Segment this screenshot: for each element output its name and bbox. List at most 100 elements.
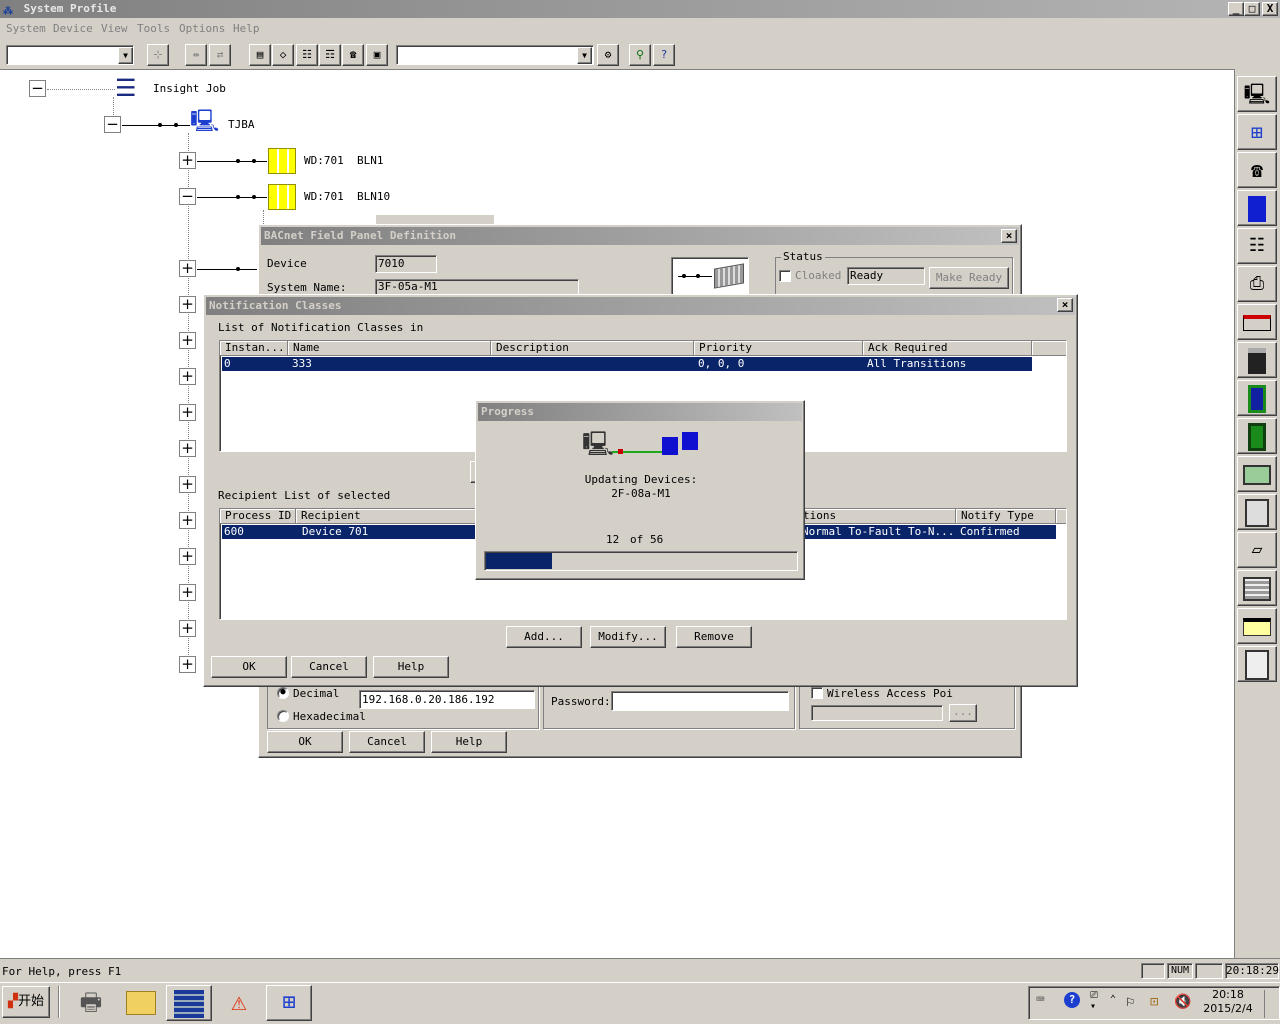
side-enclosure-icon[interactable]	[1237, 646, 1277, 682]
expand-node-icon[interactable]: +	[179, 620, 196, 637]
tree-bln10-name[interactable]: BLN10	[357, 190, 390, 203]
device-field[interactable]: 7010	[375, 255, 437, 273]
side-yellow-card-icon[interactable]	[1237, 608, 1277, 644]
modify-button[interactable]: Modify...	[590, 626, 666, 648]
wireless-checkbox[interactable]	[811, 687, 823, 699]
expand-node-icon[interactable]: +	[179, 404, 196, 421]
expand-node-icon[interactable]: +	[179, 440, 196, 457]
taskbar-app-alarm-icon[interactable]: ⚠	[216, 985, 262, 1021]
menu-device[interactable]: Device	[53, 22, 93, 35]
device-icon[interactable]: ▣	[366, 44, 388, 66]
expand-node-icon[interactable]: +	[179, 512, 196, 529]
table-row[interactable]: 0 333 0, 0, 0 All Transitions	[222, 357, 1032, 371]
tag-icon[interactable]: ◇	[272, 44, 294, 66]
side-blue-panel-icon[interactable]	[1237, 190, 1277, 226]
taskbar-app-folder-icon[interactable]	[118, 985, 164, 1021]
remove-button[interactable]: Remove	[676, 626, 752, 648]
notification-ok-button[interactable]: OK	[211, 656, 287, 678]
volume-muted-icon[interactable]: 🔇	[1174, 994, 1191, 1010]
combo-2-dropdown-icon[interactable]: ▼	[577, 47, 592, 64]
col-priority[interactable]: Priority	[694, 341, 863, 356]
password-field[interactable]	[611, 691, 789, 711]
panel-icon[interactable]: ▤	[249, 44, 271, 66]
menu-options[interactable]: Options	[179, 22, 225, 35]
expand-bln1-icon[interactable]: +	[179, 152, 196, 169]
side-controller-2-icon[interactable]	[1237, 570, 1277, 606]
system-name-field[interactable]: 3F-05a-M1	[375, 279, 579, 295]
phone-icon[interactable]: ☎	[342, 44, 364, 66]
move-right-icon[interactable]: ⇄	[209, 44, 231, 66]
expand-node-icon[interactable]: +	[179, 584, 196, 601]
side-flat-icon[interactable]: ▱	[1237, 532, 1277, 568]
expand-node-icon[interactable]: +	[179, 332, 196, 349]
side-printer-icon[interactable]: ⎙	[1237, 266, 1277, 302]
help-pointer-icon[interactable]: ?	[653, 44, 675, 66]
taskbar-app-network-icon[interactable]: ⊞	[266, 985, 312, 1021]
connect-icon[interactable]: ⊹	[147, 44, 169, 66]
side-phone-icon[interactable]: ☎	[1237, 152, 1277, 188]
col-instance[interactable]: Instan...	[220, 341, 288, 356]
menu-view[interactable]: View	[101, 22, 128, 35]
expand-node-icon[interactable]: +	[179, 476, 196, 493]
collapse-root-icon[interactable]: −	[29, 80, 46, 97]
toolbar-combo-2[interactable]	[396, 45, 594, 65]
collapse-bln10-icon[interactable]: −	[179, 188, 196, 205]
side-network-icon[interactable]: ⊞	[1237, 114, 1277, 150]
menu-system[interactable]: System	[6, 22, 46, 35]
col-description[interactable]: Description	[491, 341, 694, 356]
side-blue-module-icon[interactable]	[1237, 380, 1277, 416]
bacnet-ok-button[interactable]: OK	[267, 731, 343, 753]
expand-node-icon[interactable]: +	[179, 368, 196, 385]
tray-menu-icon[interactable]: ⎚ ▾	[1090, 990, 1098, 1012]
chevron-up-icon[interactable]: ⌃	[1110, 994, 1116, 1005]
bacnet-cancel-button[interactable]: Cancel	[349, 731, 425, 753]
menu-help[interactable]: Help	[233, 22, 260, 35]
notification-cancel-button[interactable]: Cancel	[291, 656, 367, 678]
maximize-button[interactable]: □	[1244, 2, 1260, 16]
taskbar-app-insight-icon[interactable]: 🖶	[68, 985, 114, 1021]
help-tray-icon[interactable]: ?	[1064, 992, 1080, 1008]
bacnet-help-button[interactable]: Help	[431, 731, 507, 753]
col-notify-type[interactable]: Notify Type	[956, 509, 1056, 524]
cloaked-checkbox[interactable]	[779, 270, 791, 282]
expand-node-icon[interactable]: +	[179, 260, 196, 277]
side-controller-icon[interactable]	[1237, 342, 1277, 378]
side-box-icon[interactable]	[1237, 494, 1277, 530]
expand-node-icon[interactable]: +	[179, 548, 196, 565]
hex-radio[interactable]	[277, 710, 289, 722]
decimal-radio[interactable]: ●	[277, 687, 289, 699]
start-button[interactable]: ▞开始	[2, 986, 50, 1018]
network-icon[interactable]: ☷	[296, 44, 318, 66]
find-icon[interactable]: ⚲	[629, 44, 651, 66]
make-ready-button[interactable]: Make Ready	[929, 267, 1009, 289]
flag-icon[interactable]: ⚐	[1126, 994, 1134, 1010]
taskbar-clock[interactable]: 20:18 2015/2/4	[1196, 988, 1260, 1016]
side-board-icon[interactable]	[1237, 456, 1277, 492]
wireless-browse-button[interactable]: ...	[949, 704, 977, 722]
combo-1-dropdown-icon[interactable]: ▼	[118, 47, 133, 64]
show-desktop-button[interactable]	[1264, 990, 1278, 1018]
col-process-id[interactable]: Process ID	[220, 509, 296, 524]
tree-bln1-name[interactable]: BLN1	[357, 154, 384, 167]
add-button[interactable]: Add...	[506, 626, 582, 648]
col-name[interactable]: Name	[288, 341, 491, 356]
menu-tools[interactable]: Tools	[137, 22, 170, 35]
col-ack-required[interactable]: Ack Required	[863, 341, 1032, 356]
move-left-icon[interactable]: ⇹	[185, 44, 207, 66]
tree-root-label[interactable]: Insight Job	[153, 82, 226, 95]
minimize-button[interactable]: _	[1228, 2, 1244, 16]
toolbar-combo-1[interactable]	[6, 45, 134, 65]
expand-node-icon[interactable]: +	[179, 656, 196, 673]
bacnet-close-icon[interactable]: ×	[1001, 229, 1017, 243]
notification-help-button[interactable]: Help	[373, 656, 449, 678]
side-green-module-icon[interactable]	[1237, 418, 1277, 454]
col-transitions[interactable]: tions	[798, 509, 956, 524]
run-icon[interactable]: ⚙	[597, 44, 619, 66]
keyboard-icon[interactable]: ⌨	[1036, 992, 1044, 1008]
network-tray-icon[interactable]: ⊡	[1150, 994, 1158, 1010]
bus-icon[interactable]: ☶	[319, 44, 341, 66]
close-button[interactable]: X	[1262, 2, 1278, 16]
ip-address-field[interactable]: 192.168.0.20.186.192	[359, 690, 535, 709]
notification-close-icon[interactable]: ×	[1057, 298, 1073, 312]
taskbar-app-building-icon[interactable]	[166, 985, 212, 1021]
